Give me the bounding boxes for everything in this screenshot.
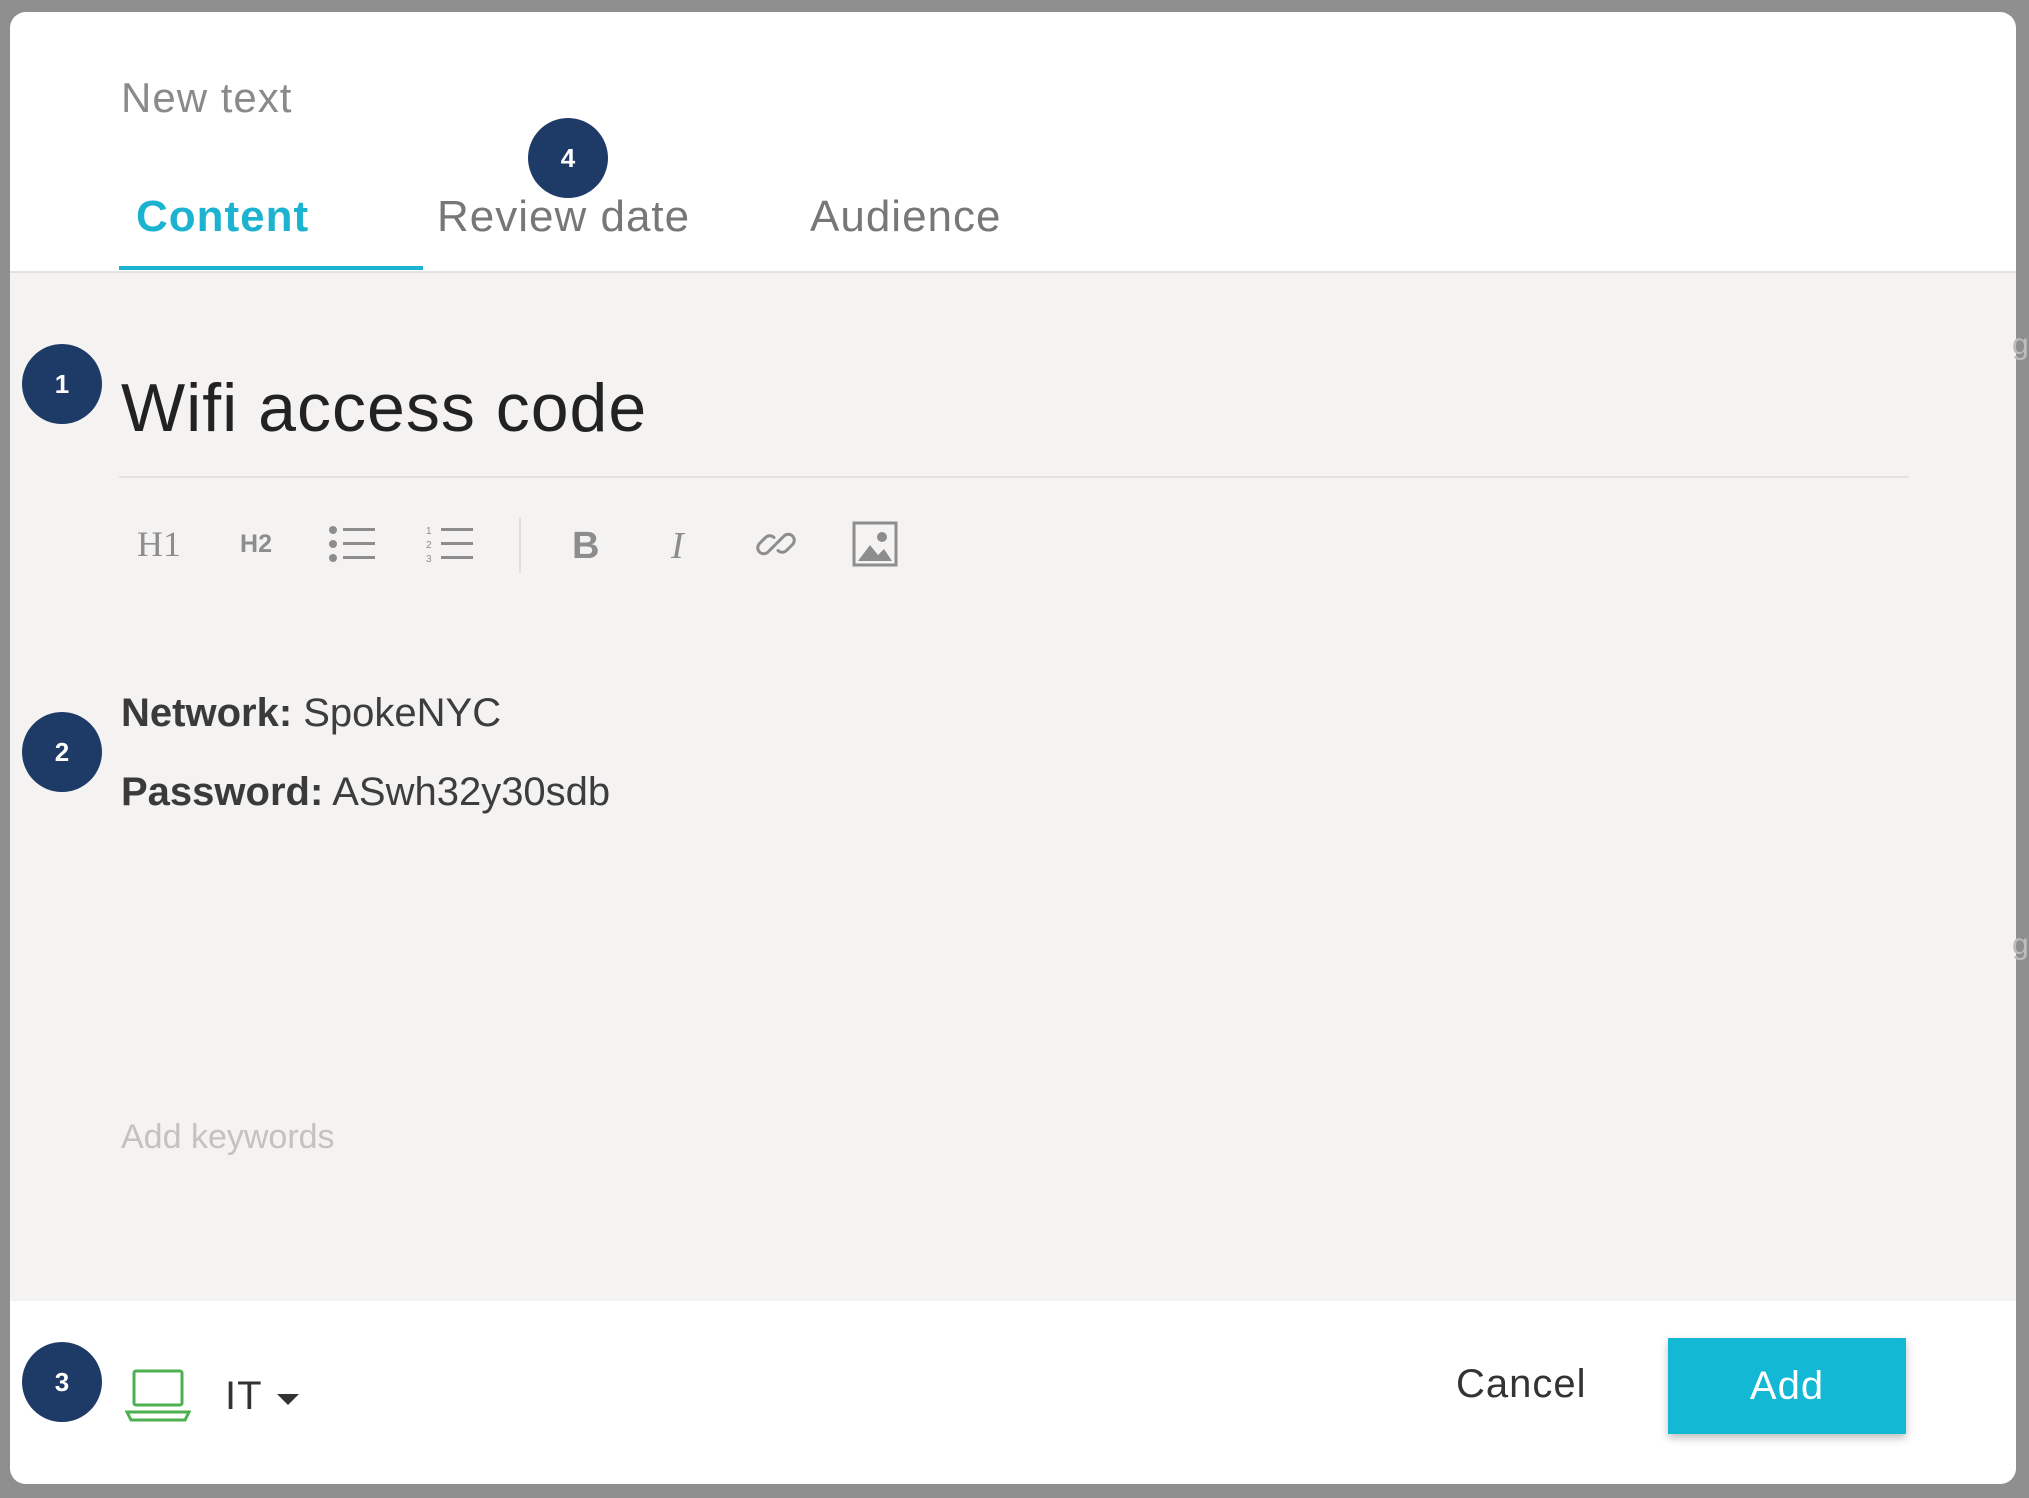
bold-button[interactable]: B [551,511,617,577]
password-value: ASwh32y30sdb [323,770,611,814]
formatting-toolbar: H1 H2 1 2 3 B I [119,511,919,581]
background-text-fragment: g [2012,928,2029,961]
insert-image-button[interactable] [842,511,908,577]
active-tab-indicator [119,266,423,270]
numbered-list-button[interactable]: 1 2 3 [417,511,483,577]
svg-text:B: B [572,525,599,564]
chevron-down-icon [276,1393,299,1405]
image-icon [852,521,898,567]
title-divider [119,476,1909,478]
laptop-icon [125,1369,191,1422]
heading-2-button[interactable]: H2 [223,511,289,577]
department-label: IT [225,1373,263,1418]
dialog-footer: IT Cancel Add [10,1301,2016,1484]
document-title-input[interactable]: Wifi access code [121,369,647,447]
bulleted-list-button[interactable] [319,511,385,577]
link-button[interactable] [743,511,809,577]
numbered-list-icon: 1 2 3 [426,526,473,564]
password-label: Password: [121,770,324,814]
keywords-input[interactable] [121,1118,721,1157]
annotation-marker-1: 1 [22,344,102,424]
svg-text:3: 3 [426,554,432,564]
department-selector[interactable]: IT [125,1361,299,1431]
background-text-fragment: g [2012,328,2029,361]
heading-1-icon: H1 [137,524,181,564]
tab-bar: Content Review date Audience [10,12,2016,273]
network-line[interactable]: Network: SpokeNYC [121,691,501,736]
heading-1-button[interactable]: H1 [126,511,192,577]
add-button[interactable]: Add [1668,1338,1906,1434]
cancel-button[interactable]: Cancel [1450,1361,1593,1408]
editor-area: Wifi access code H1 H2 1 2 3 B I Network… [10,273,2016,1301]
italic-icon: I [670,525,686,564]
annotation-marker-2: 2 [22,712,102,792]
italic-button[interactable]: I [645,511,711,577]
svg-text:1: 1 [426,526,432,537]
tab-review-date[interactable]: Review date [437,192,690,242]
password-line[interactable]: Password: ASwh32y30sdb [121,770,610,815]
bulleted-list-icon [329,526,375,562]
link-icon [756,532,796,556]
tab-content[interactable]: Content [136,192,309,242]
annotation-marker-4: 4 [528,118,608,198]
bold-icon: B [572,525,599,564]
new-text-dialog: New text Content Review date Audience Wi… [10,12,2016,1484]
svg-text:I: I [670,525,686,564]
toolbar-separator [519,517,521,573]
network-label: Network: [121,691,293,735]
tab-audience[interactable]: Audience [810,192,1001,242]
network-value: SpokeNYC [292,691,502,735]
svg-text:2: 2 [426,540,432,551]
annotation-marker-3: 3 [22,1342,102,1422]
heading-2-icon: H2 [240,529,272,558]
